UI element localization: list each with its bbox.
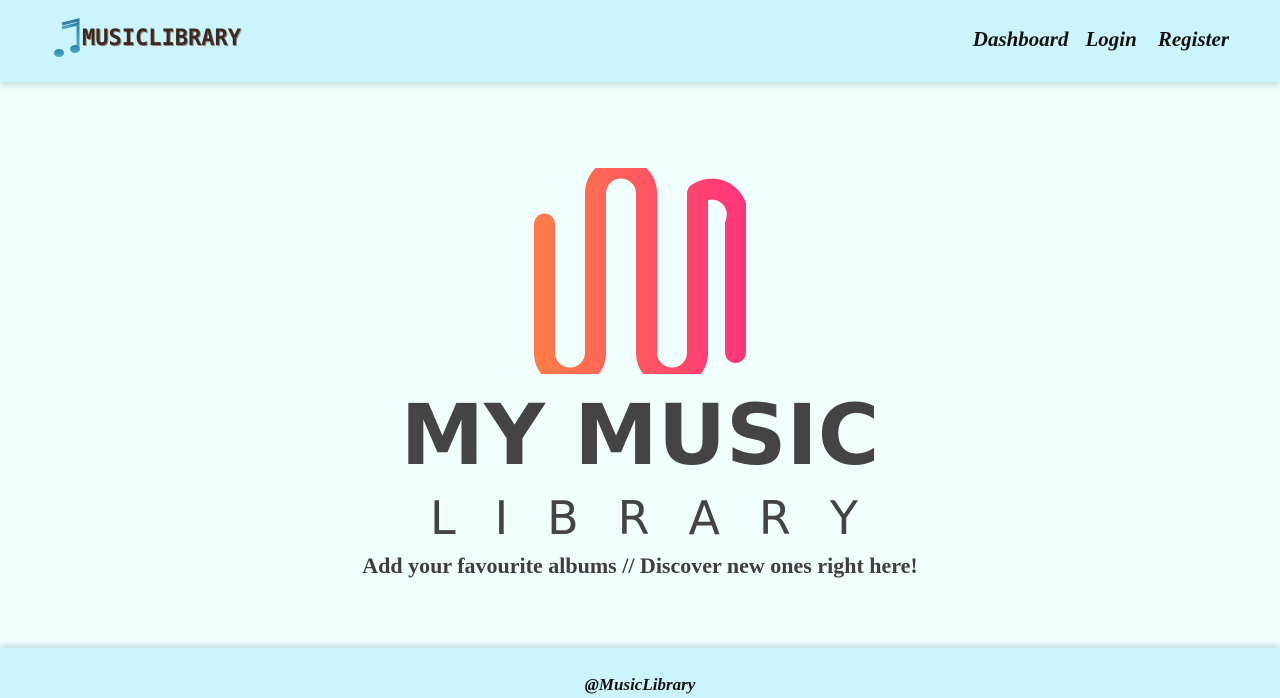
music-note-icon: [54, 18, 80, 57]
logo-subtitle-letter: B: [547, 491, 579, 545]
logo-subtitle-letter: R: [758, 491, 791, 545]
footer: @MusicLibrary: [0, 648, 1280, 698]
logo-subtitle-letter: L: [430, 491, 456, 545]
logo-subtitle-letter: I: [494, 491, 509, 545]
hero-section: MY MUSIC L I B R A R Y Add your favourit…: [0, 82, 1280, 648]
footer-handle: @MusicLibrary: [584, 675, 696, 694]
hero-tagline: Add your favourite albums // Discover ne…: [362, 553, 918, 578]
logo-subtitle: L I B R A R Y: [430, 490, 858, 546]
nav-dashboard-link[interactable]: Dashboard: [973, 27, 1069, 52]
brand-name: MUSICLIBRARY: [82, 25, 241, 51]
main-nav: Dashboard Login Register: [973, 27, 1229, 52]
nav-login-link[interactable]: Login: [1085, 27, 1136, 52]
brand-logo[interactable]: MUSICLIBRARY: [54, 18, 241, 58]
logo-subtitle-letter: R: [617, 491, 650, 545]
logo-subtitle-letter: Y: [829, 491, 858, 545]
music-wave-logo-icon: [534, 168, 746, 374]
logo-title: MY MUSIC: [400, 386, 880, 484]
top-navbar: MUSICLIBRARY Dashboard Login Register: [0, 0, 1280, 82]
nav-register-link[interactable]: Register: [1158, 27, 1229, 52]
logo-subtitle-letter: A: [688, 491, 720, 545]
